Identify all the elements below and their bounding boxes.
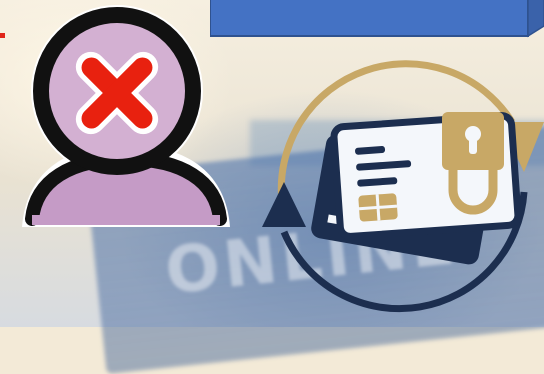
card-chip-icon: [358, 193, 398, 222]
red-marker: [0, 33, 5, 38]
payment-cards-icon: [262, 60, 544, 313]
blue-banner-shape: [210, 0, 544, 38]
user-blocked-icon: [22, 5, 230, 227]
